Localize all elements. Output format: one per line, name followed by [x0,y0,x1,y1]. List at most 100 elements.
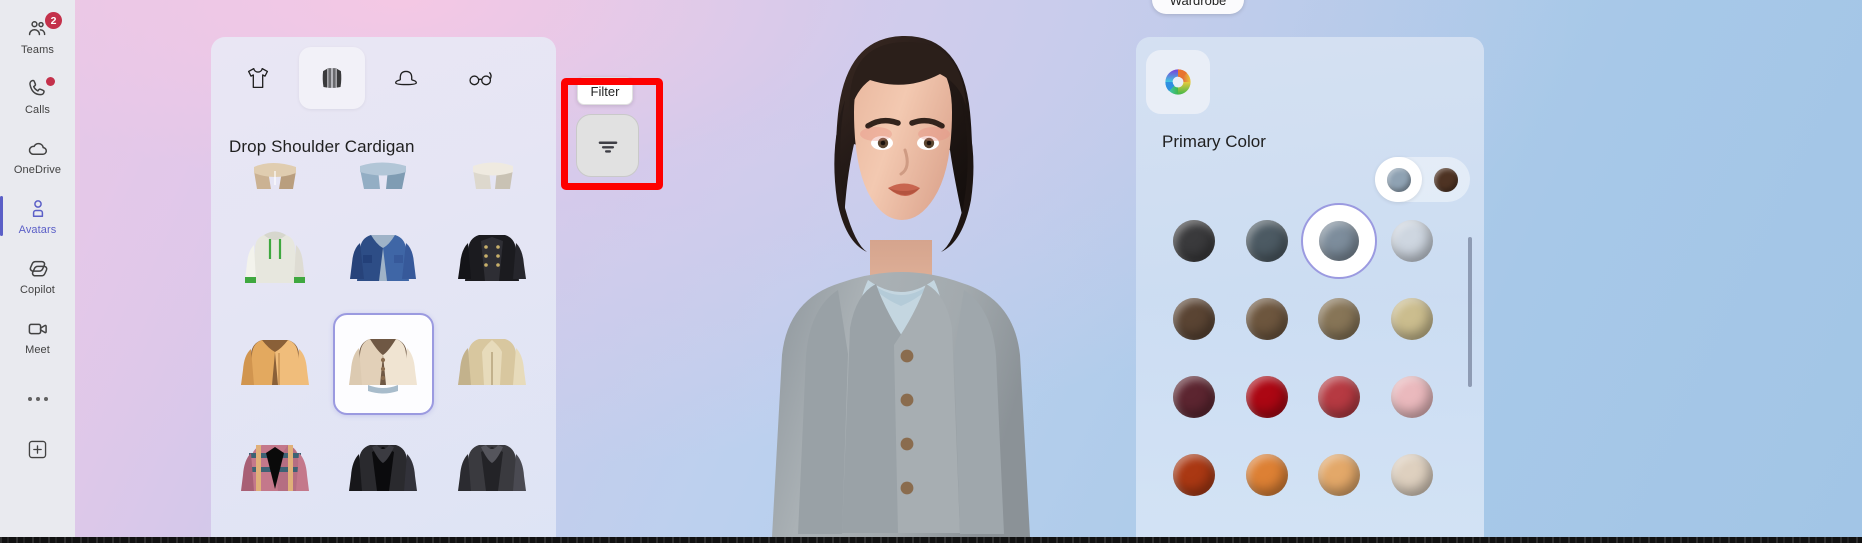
tab-headwear[interactable] [373,47,439,109]
sidebar-item-avatars[interactable]: Avatars [0,186,75,246]
swatch-dot [1390,376,1433,418]
garment-khaki-jacket[interactable] [442,313,542,415]
swatch-dot [1390,298,1433,340]
video-cam-icon [26,317,50,341]
garment-thumbnail [241,340,310,385]
sidebar-item-label: OneDrive [13,163,62,176]
sidebar-item-label: Teams [21,43,54,56]
color-wheel-button[interactable] [1146,50,1210,114]
sidebar-item-label: Avatars [18,223,57,236]
category-tabs [211,37,556,109]
swatch-steel-blue[interactable] [1303,217,1376,265]
calls-activity-dot [46,77,55,86]
garment-cream-shorts[interactable] [442,105,542,207]
swatch-dot [1173,220,1216,262]
cardigan-icon [322,68,342,88]
hat-icon [395,70,417,86]
garment-black-coat[interactable] [442,209,542,311]
secondary-color-chip [1433,167,1458,192]
sidebar-item-calls[interactable]: Calls [0,66,75,126]
swatch-sand[interactable] [1376,295,1449,343]
garment-thumbnail [457,339,526,385]
garment-beige-cardigan[interactable] [333,313,434,415]
primary-color-chip [1386,167,1411,192]
garment-thumbnail [349,339,418,394]
swatch-dark-brown[interactable] [1158,295,1231,343]
primary-secondary-toggle[interactable] [1375,157,1470,202]
more-options-icon[interactable] [0,376,75,422]
garment-denim-jacket[interactable] [333,209,433,311]
swatch-dot [1319,221,1360,261]
swatch-red[interactable] [1303,373,1376,421]
filter-icon [598,141,617,153]
sidebar-item-copilot[interactable]: Copilot [0,246,75,306]
tab-outerwear[interactable] [299,47,365,109]
sidebar-item-label: Calls [25,103,50,116]
garment-grid [211,147,556,543]
dot-3 [43,397,48,401]
garment-thumbnail [457,445,526,491]
garment-plaid-flannel[interactable] [225,417,325,519]
add-app-icon[interactable] [0,422,75,476]
primary-color-slot[interactable] [1375,157,1422,202]
teams-unread-badge: 2 [45,12,62,29]
sidebar-item-meet[interactable]: Meet [0,306,75,366]
swatch-dot [1318,376,1361,418]
swatch-dot [1245,220,1288,262]
garment-black-blazer[interactable] [333,417,433,519]
garment-cream-hoodie[interactable] [225,209,325,311]
avatar-figure [772,35,1030,537]
swatch-taupe[interactable] [1303,295,1376,343]
swatch-brown[interactable] [1231,295,1304,343]
screenshot-root: 2 Teams Calls OneDrive Avatars Copilot M… [0,0,1862,543]
swatch-maroon[interactable] [1158,373,1231,421]
avatar-3d-preview[interactable] [690,28,1120,537]
color-section-heading: Primary Color [1162,132,1266,151]
tab-eyewear[interactable] [447,47,513,109]
color-panel: Primary Color [1136,37,1484,543]
tab-tops[interactable] [225,47,291,109]
garment-thumbnail [457,235,526,281]
swatch-dot [1318,298,1361,340]
swatch-rust[interactable] [1158,451,1231,499]
garment-beige-shorts[interactable] [225,105,325,207]
bezel-texture [0,537,1862,543]
copilot-icon [26,257,50,281]
sidebar-item-label: Meet [25,343,50,356]
swatch-blush-pink[interactable] [1376,373,1449,421]
swatch-dot [1390,220,1433,262]
filter-tooltip: Filter [577,77,633,105]
garment-tan-cardigan[interactable] [225,313,325,415]
swatch-crimson[interactable] [1231,373,1304,421]
secondary-color-slot[interactable] [1422,157,1469,202]
swatch-cream[interactable] [1376,451,1449,499]
swatch-dot [1390,454,1433,496]
dot-2 [35,397,40,401]
garment-blue-shorts[interactable] [333,105,433,207]
garment-thumbnail [349,445,418,491]
swatch-dot [1173,376,1216,418]
color-scrollbar[interactable] [1468,237,1472,387]
garment-grey-blazer[interactable] [442,417,542,519]
swatch-slate[interactable] [1231,217,1304,265]
person-icon [26,197,50,221]
tshirt-icon [247,67,269,89]
filter-button[interactable] [576,114,639,177]
swatch-apricot[interactable] [1303,451,1376,499]
garment-thumbnail [241,445,310,491]
swatch-dot [1173,454,1216,496]
sidebar-item-teams[interactable]: 2 Teams [0,6,75,66]
color-swatch-grid [1158,217,1448,499]
glasses-icon [469,71,492,86]
sidebar-item-onedrive[interactable]: OneDrive [0,126,75,186]
swatch-pale-silver[interactable] [1376,217,1449,265]
dot-1 [27,397,32,401]
color-wheel-icon [1165,69,1191,95]
filter-control-group: Filter [568,63,656,191]
swatch-charcoal[interactable] [1158,217,1231,265]
swatch-orange[interactable] [1231,451,1304,499]
teams-app-rail: 2 Teams Calls OneDrive Avatars Copilot M… [0,0,75,537]
garment-thumbnail [254,163,297,189]
window-bottom-bezel [0,537,1862,543]
swatch-dot [1318,454,1361,496]
